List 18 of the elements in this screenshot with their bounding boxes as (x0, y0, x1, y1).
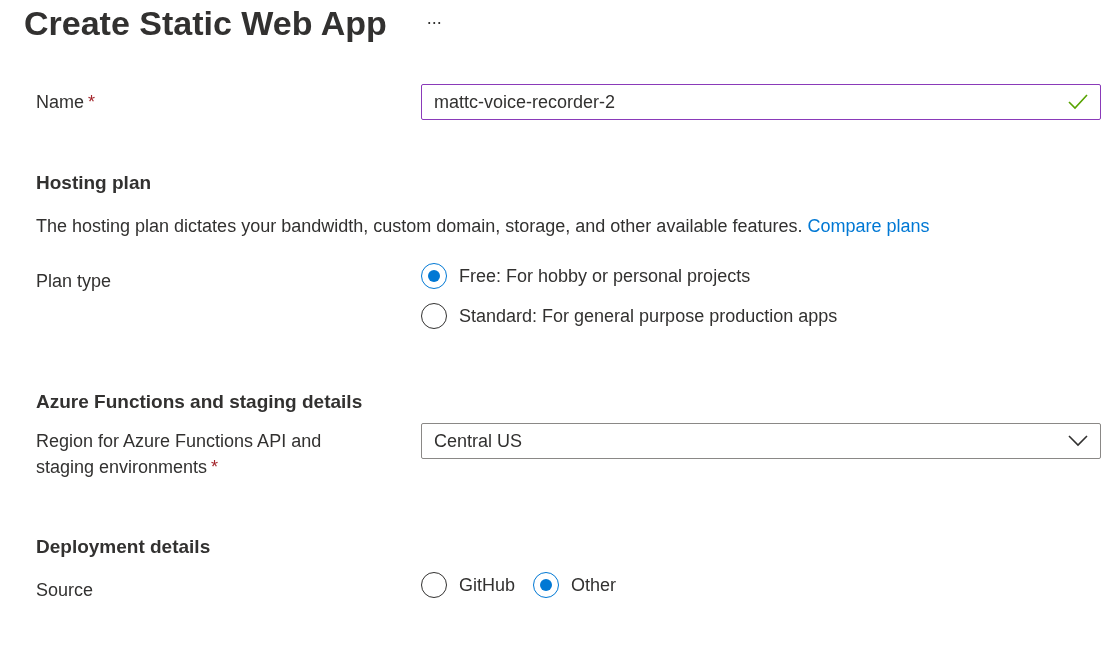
radio-option[interactable]: Standard: For general purpose production apps (421, 303, 1101, 329)
description-text: The hosting plan dictates your bandwidth, custom domain, storage, and other available features. Compare plans (36, 216, 931, 237)
radio-option[interactable]: GitHub (421, 572, 516, 598)
radio-option[interactable]: Free: For hobby or personal projects (421, 263, 1101, 289)
field-label: Source (36, 579, 95, 602)
compare-plans-link[interactable]: Compare plans (807, 216, 930, 236)
region-dropdown[interactable]: Central US (421, 423, 1101, 459)
field-label: Region for Azure Functions API and staging environments * (36, 430, 323, 479)
field-label: Name * (36, 91, 97, 114)
chevron-down-icon (1068, 435, 1088, 447)
section-heading: Hosting plan (36, 172, 153, 194)
name-input-field[interactable]: mattc-voice-recorder-2 (421, 84, 1101, 120)
field-label: Plan type (36, 270, 113, 293)
page-title: Create Static Web App (24, 3, 387, 43)
section-heading: Deployment details (36, 536, 212, 558)
radio-option[interactable]: Other (533, 572, 617, 598)
more-options-button[interactable]: ... (426, 7, 442, 29)
section-heading: Azure Functions and staging details (36, 391, 364, 413)
